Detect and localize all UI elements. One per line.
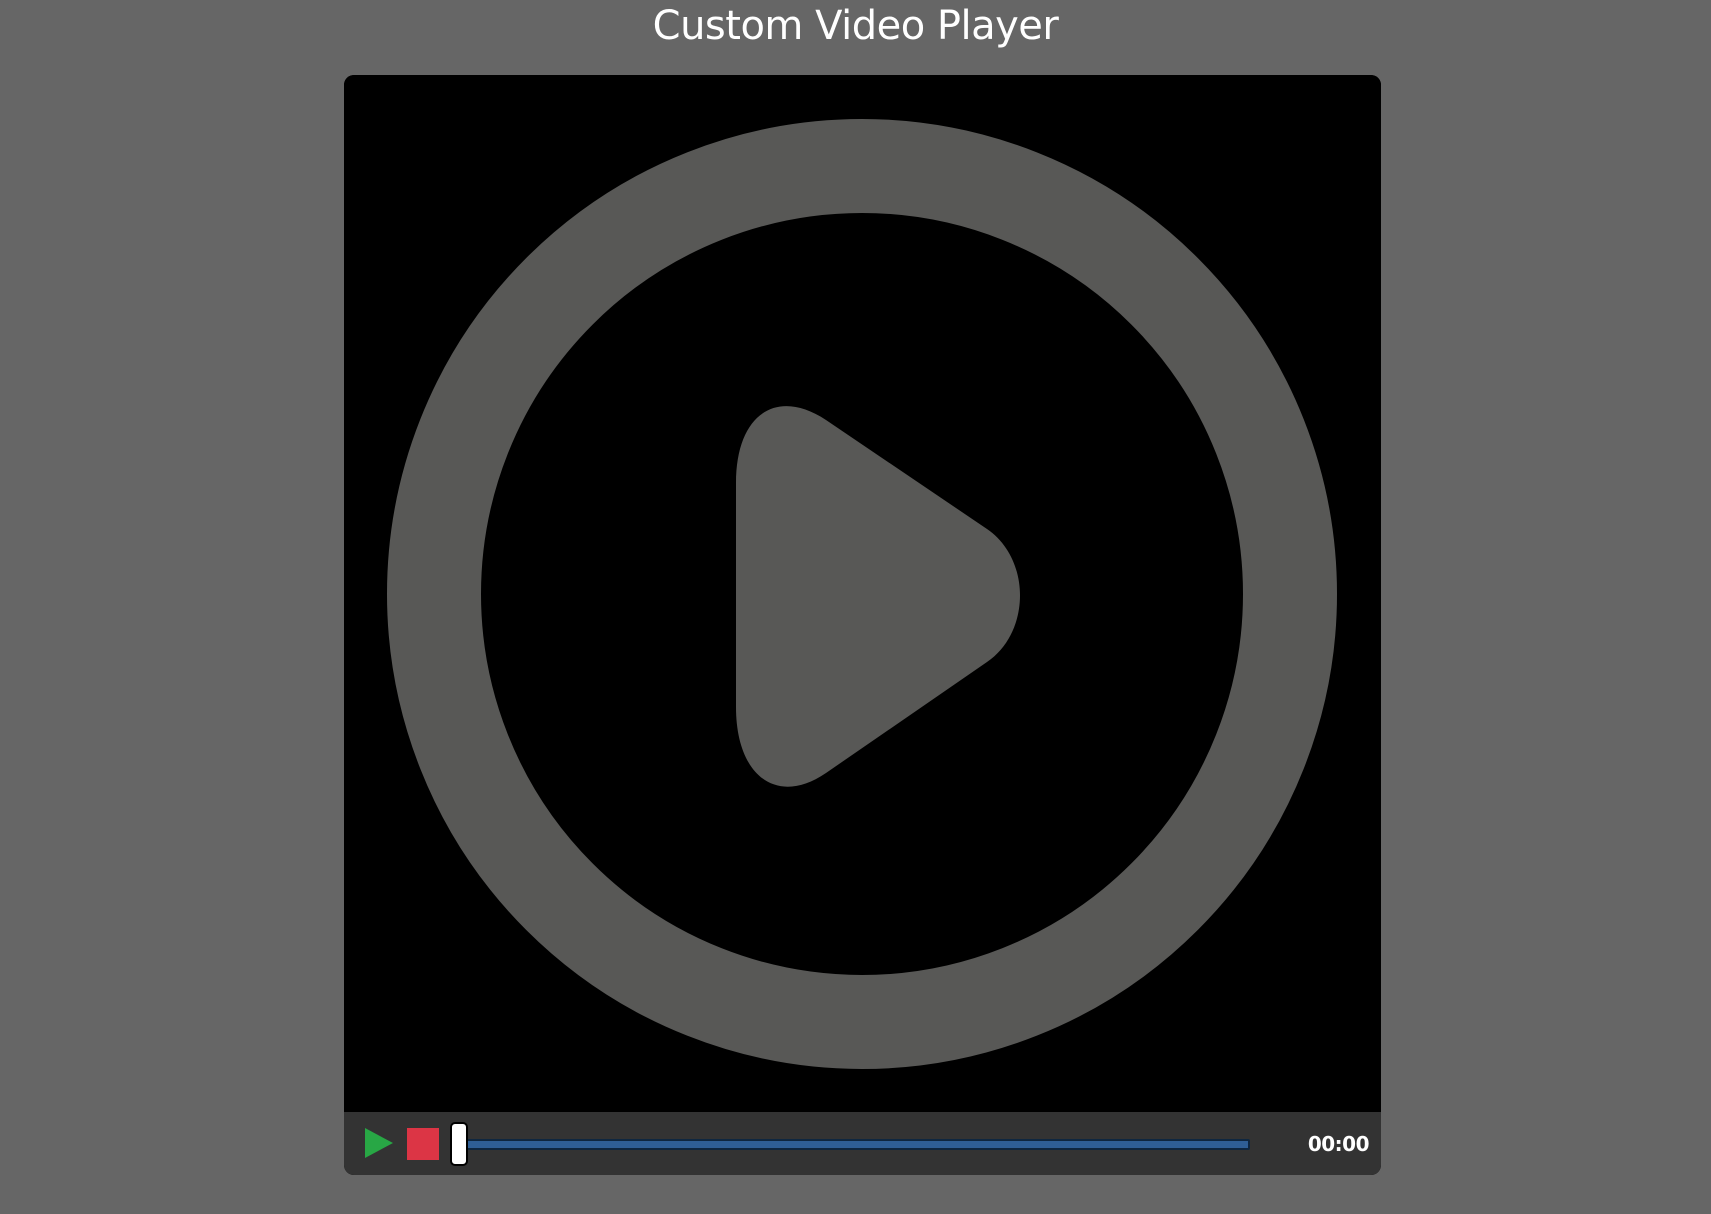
play-icon [365,1128,393,1158]
progress-track [454,1139,1250,1150]
play-circle-triangle [736,406,1020,787]
progress-bar[interactable] [450,1122,1250,1166]
page-title: Custom Video Player [652,3,1059,49]
progress-thumb[interactable] [450,1122,468,1166]
play-button[interactable] [362,1126,396,1160]
video-player: 00:00 [344,75,1381,1175]
stop-button[interactable] [407,1128,439,1160]
time-display: 00:00 [1307,1132,1370,1156]
video-screen[interactable] [344,75,1381,1112]
page: Custom Video Player 00:00 [0,0,1711,1214]
play-circle-icon[interactable] [344,75,1381,1112]
controls-bar: 00:00 [344,1112,1381,1175]
